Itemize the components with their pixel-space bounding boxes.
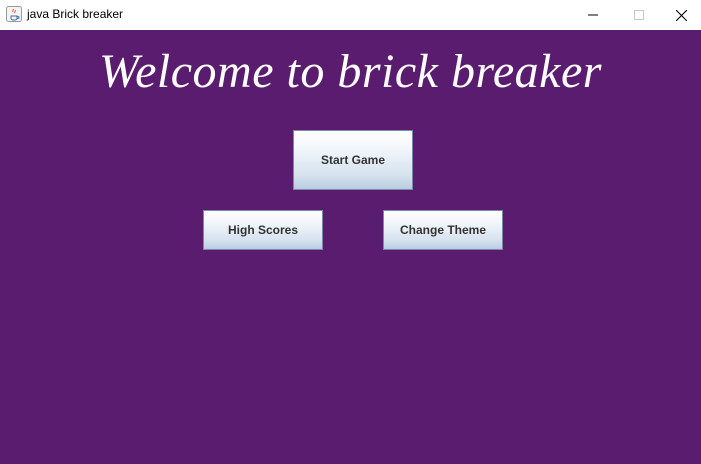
change-theme-button[interactable]: Change Theme	[383, 210, 503, 250]
welcome-heading: Welcome to brick breaker	[99, 45, 602, 98]
minimize-icon	[588, 14, 598, 16]
close-button[interactable]	[662, 0, 701, 30]
title-bar[interactable]: java Brick breaker	[0, 0, 701, 30]
minimize-button[interactable]	[570, 0, 616, 30]
close-icon	[676, 9, 687, 21]
window-title: java Brick breaker	[27, 7, 124, 21]
start-game-button[interactable]: Start Game	[293, 130, 413, 190]
main-panel: Welcome to brick breaker Start Game High…	[0, 30, 701, 464]
maximize-button[interactable]	[616, 0, 662, 30]
app-window: java Brick breaker Welcome to brick brea…	[0, 0, 701, 464]
maximize-icon	[634, 10, 644, 20]
high-scores-button[interactable]: High Scores	[203, 210, 323, 250]
java-app-icon	[6, 6, 22, 22]
